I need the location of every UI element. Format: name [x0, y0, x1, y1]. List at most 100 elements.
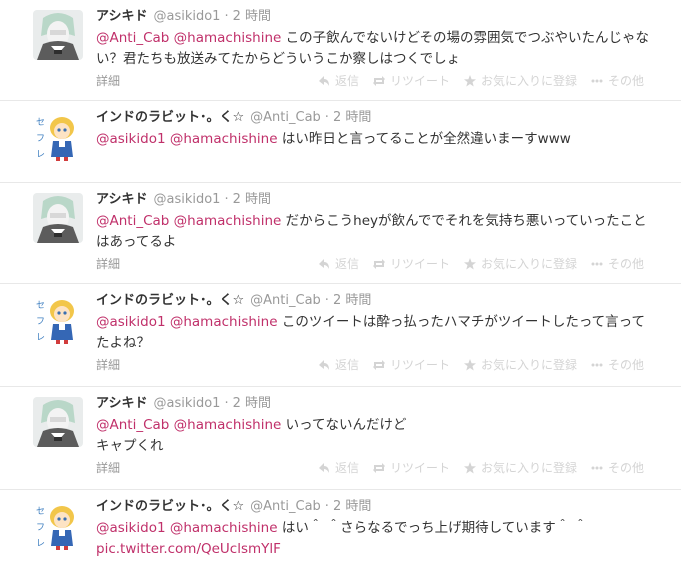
- details-link[interactable]: 詳細: [96, 255, 120, 272]
- svg-text:セ: セ: [36, 300, 45, 311]
- more-button[interactable]: その他: [591, 356, 644, 373]
- tweet-text: @asikido1 @hamachishine このツイートは酔っ払ったハマチが…: [96, 312, 651, 354]
- svg-text:フ: フ: [36, 134, 45, 144]
- svg-text:レ: レ: [36, 150, 45, 160]
- tweet-fullname[interactable]: インドのラビット･。く☆: [96, 110, 244, 125]
- retweet-button[interactable]: リツイート: [372, 255, 450, 272]
- tweet-fullname[interactable]: アシキド: [96, 192, 147, 207]
- rabbit-avatar-image: セ フ レ: [33, 111, 83, 161]
- tweet-time[interactable]: 2 時間: [333, 499, 371, 514]
- favorite-button[interactable]: お気に入りに登録: [463, 72, 577, 89]
- tweet-username[interactable]: @Anti_Cab: [250, 110, 321, 125]
- avatar[interactable]: セ フ レ: [33, 294, 83, 344]
- tweet-header: インドのラビット･。く☆ @Anti_Cab · 2 時間: [96, 498, 651, 516]
- tweet-fullname[interactable]: アシキド: [96, 9, 147, 24]
- mention-link[interactable]: @Anti_Cab: [96, 417, 169, 433]
- tweet-body: はい＾ ＾さらなるでっち上げ期待しています＾ ＾: [281, 520, 588, 536]
- retweet-button[interactable]: リツイート: [372, 459, 450, 476]
- tweet-username[interactable]: @Anti_Cab: [250, 293, 321, 308]
- tweet-actions: 返信 リツイート お気に入りに登録 その他: [304, 459, 644, 476]
- tweet-header: アシキド @asikido1 · 2 時間: [96, 395, 651, 413]
- more-icon: [591, 258, 603, 270]
- tweet-actions: 返信 リツイート お気に入りに登録 その他: [304, 356, 644, 373]
- tweet-fullname[interactable]: インドのラビット･。く☆: [96, 499, 244, 514]
- avatar[interactable]: セ フ レ: [33, 111, 83, 161]
- more-label: その他: [607, 257, 644, 271]
- tweet-username[interactable]: @asikido1: [153, 396, 220, 411]
- tweet-username[interactable]: @Anti_Cab: [250, 499, 321, 514]
- tweet-time[interactable]: 2 時間: [233, 396, 271, 411]
- favorite-button[interactable]: お気に入りに登録: [463, 255, 577, 272]
- mention-link[interactable]: @Anti_Cab: [96, 30, 169, 46]
- avatar[interactable]: セ フ レ: [33, 500, 83, 550]
- separator-dot: ·: [324, 499, 329, 514]
- mention-link[interactable]: @hamachishine: [170, 314, 278, 330]
- details-link[interactable]: 詳細: [96, 356, 120, 373]
- retweet-label: リツイート: [389, 358, 450, 372]
- favorite-label: お気に入りに登録: [480, 257, 577, 271]
- details-link[interactable]: 詳細: [96, 459, 120, 476]
- separator-dot: ·: [224, 9, 229, 24]
- tweet[interactable]: セ フ レ インドのラビット･。く☆ @Anti_Cab · 2 時間 @asikid…: [0, 101, 681, 183]
- details-link[interactable]: 詳細: [96, 72, 120, 89]
- timeline: アシキド @asikido1 · 2 時間 @Anti_Cab @hamachishi…: [0, 0, 681, 562]
- tweet-time[interactable]: 2 時間: [333, 293, 371, 308]
- reply-icon: [318, 359, 330, 371]
- tweet-fullname[interactable]: インドのラビット･。く☆: [96, 293, 244, 308]
- mention-link[interactable]: @hamachishine: [174, 30, 282, 46]
- reply-button[interactable]: 返信: [318, 72, 359, 89]
- favorite-button[interactable]: お気に入りに登録: [463, 356, 577, 373]
- reply-button[interactable]: 返信: [318, 356, 359, 373]
- mention-link[interactable]: @hamachishine: [174, 213, 282, 229]
- mention-link[interactable]: @hamachishine: [170, 520, 278, 536]
- more-icon: [591, 359, 603, 371]
- tweet-username[interactable]: @asikido1: [153, 9, 220, 24]
- tweet-header: アシキド @asikido1 · 2 時間: [96, 191, 651, 209]
- retweet-icon: [372, 359, 385, 371]
- retweet-label: リツイート: [389, 257, 450, 271]
- avatar[interactable]: [33, 10, 83, 60]
- tweet-fullname[interactable]: アシキド: [96, 396, 147, 411]
- star-icon: [463, 358, 476, 371]
- pic-link[interactable]: pic.twitter.com/QeUclsmYlF: [96, 541, 281, 557]
- tweet-text: @Anti_Cab @hamachishine だからこうheyが飲んででそれを…: [96, 211, 651, 253]
- retweet-icon: [372, 75, 385, 87]
- tweet-header: インドのラビット･。く☆ @Anti_Cab · 2 時間: [96, 292, 651, 310]
- tweet[interactable]: セ フ レ インドのラビット･。く☆ @Anti_Cab · 2 時間 @asikid…: [0, 284, 681, 387]
- retweet-button[interactable]: リツイート: [372, 356, 450, 373]
- tweet-text: @Anti_Cab @hamachishine この子飲んでないけどその場の雰囲…: [96, 28, 651, 70]
- reply-button[interactable]: 返信: [318, 459, 359, 476]
- retweet-button[interactable]: リツイート: [372, 72, 450, 89]
- favorite-button[interactable]: お気に入りに登録: [463, 459, 577, 476]
- avatar[interactable]: [33, 193, 83, 243]
- tweet[interactable]: アシキド @asikido1 · 2 時間 @Anti_Cab @hamachishi…: [0, 0, 681, 101]
- retweet-label: リツイート: [389, 461, 450, 475]
- star-icon: [463, 74, 476, 87]
- tweet-time[interactable]: 2 時間: [233, 192, 271, 207]
- more-button[interactable]: その他: [591, 459, 644, 476]
- mention-link[interactable]: @hamachishine: [174, 417, 282, 433]
- reply-label: 返信: [334, 358, 359, 372]
- mention-link[interactable]: @asikido1: [96, 520, 166, 536]
- tweet[interactable]: セ フ レ インドのラビット･。く☆ @Anti_Cab · 2 時間 @asikid…: [0, 490, 681, 562]
- more-button[interactable]: その他: [591, 255, 644, 272]
- rabbit-avatar-image: セ フ レ: [33, 500, 83, 550]
- star-icon: [463, 461, 476, 474]
- mention-link[interactable]: @asikido1: [96, 131, 166, 147]
- svg-text:フ: フ: [36, 317, 45, 327]
- separator-dot: ·: [324, 110, 329, 125]
- tweet-time[interactable]: 2 時間: [233, 9, 271, 24]
- more-icon: [591, 462, 603, 474]
- avatar[interactable]: [33, 397, 83, 447]
- tweet[interactable]: アシキド @asikido1 · 2 時間 @Anti_Cab @hamachishi…: [0, 183, 681, 284]
- mention-link[interactable]: @hamachishine: [170, 131, 278, 147]
- tweet-time[interactable]: 2 時間: [333, 110, 371, 125]
- more-button[interactable]: その他: [591, 72, 644, 89]
- mention-link[interactable]: @asikido1: [96, 314, 166, 330]
- tweet-text: @Anti_Cab @hamachishine いってないんだけど キャプくれ: [96, 415, 651, 457]
- tweet-username[interactable]: @asikido1: [153, 192, 220, 207]
- tweet[interactable]: アシキド @asikido1 · 2 時間 @Anti_Cab @hamachishi…: [0, 387, 681, 490]
- reply-icon: [318, 75, 330, 87]
- mention-link[interactable]: @Anti_Cab: [96, 213, 169, 229]
- reply-button[interactable]: 返信: [318, 255, 359, 272]
